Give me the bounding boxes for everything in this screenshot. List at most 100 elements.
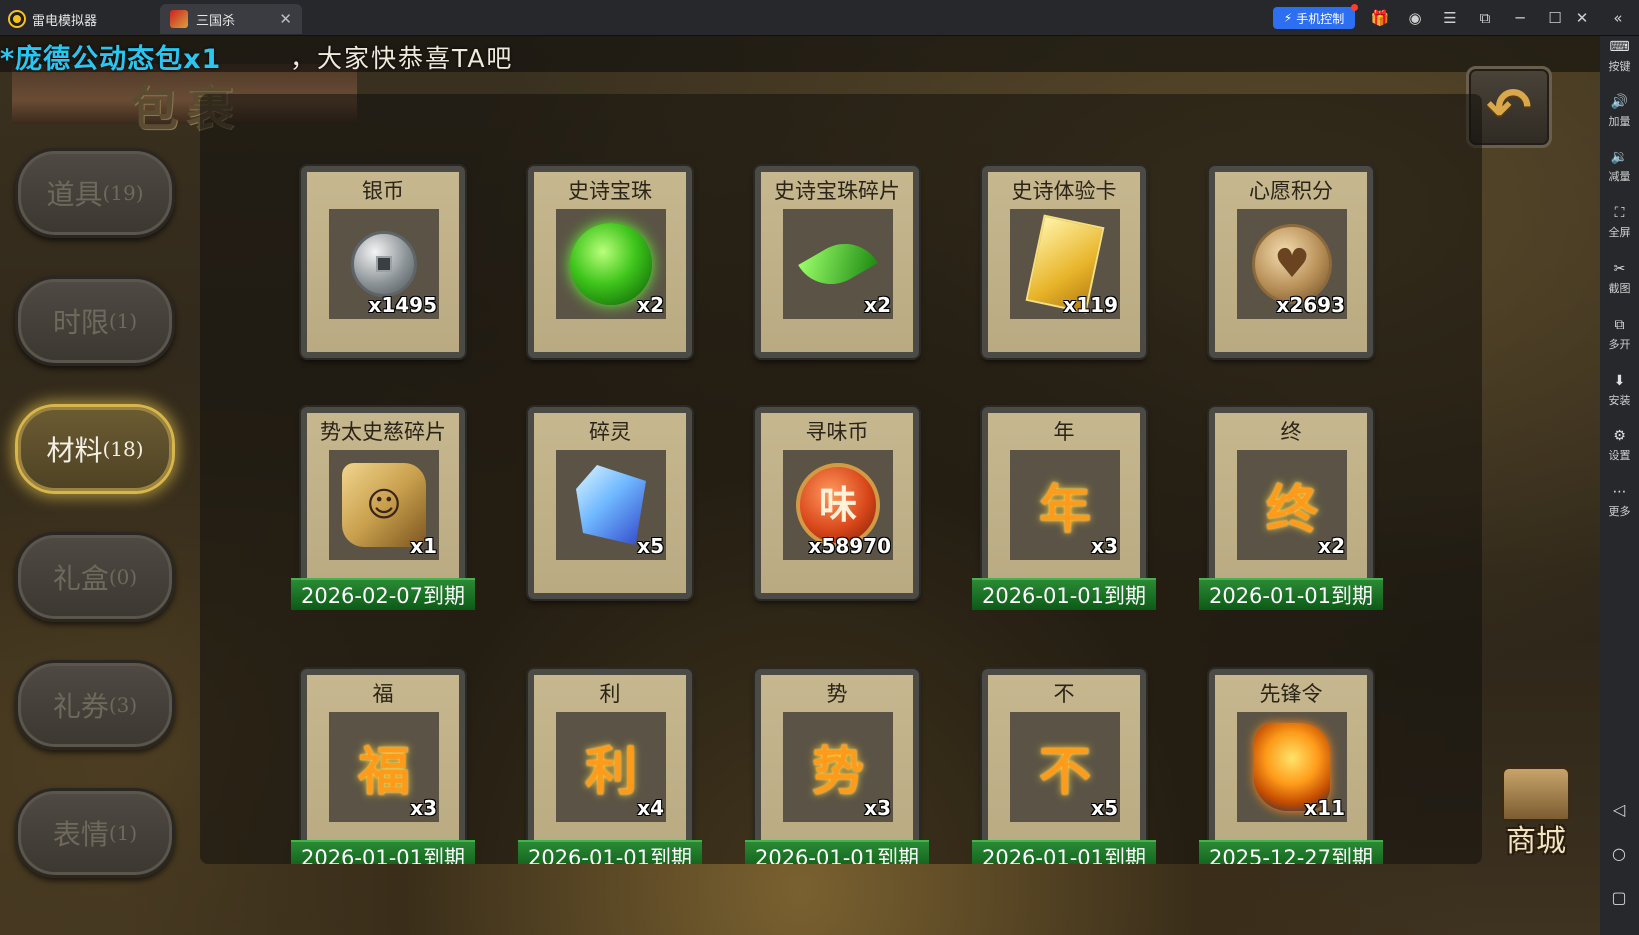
- item-card[interactable]: 不 不 x5 2026-01-01到期: [972, 669, 1156, 864]
- volume-down-icon: 🔉: [1610, 149, 1629, 165]
- glyph-zhong-icon: 终: [1265, 479, 1319, 541]
- item-card[interactable]: 银币 x1495: [301, 166, 465, 358]
- heart-coin-icon: ♥: [1252, 224, 1332, 304]
- category-label: 礼盒: [52, 562, 109, 595]
- expiry-banner: 2026-01-01到期: [291, 840, 475, 864]
- sidebar-tool-multi-instance[interactable]: ⧉ 多开: [1600, 314, 1639, 366]
- sidebar-tool-settings[interactable]: ⚙ 设置: [1600, 425, 1639, 477]
- item-quantity: x119: [1063, 293, 1118, 317]
- item-card[interactable]: 利 利 x4 2026-01-01到期: [518, 669, 702, 864]
- category-tab-giftboxes[interactable]: 礼盒 (0): [15, 532, 175, 622]
- item-name: 史诗体验卡: [1011, 179, 1117, 203]
- expiry-banner: 2026-01-01到期: [1199, 578, 1383, 610]
- android-back-icon[interactable]: ◁: [1608, 798, 1630, 820]
- tab-emulator-home[interactable]: 雷电模拟器: [10, 4, 158, 34]
- category-tab-items[interactable]: 道具 (19): [15, 148, 175, 238]
- close-tab-icon[interactable]: ✕: [279, 10, 292, 28]
- category-tab-materials[interactable]: 材料 (18): [15, 404, 175, 494]
- inventory-panel: 银币 x1495 史诗宝珠 x2 史诗宝珠碎片 x2 史诗体验卡 x119 心愿…: [200, 94, 1482, 864]
- item-card[interactable]: 福 福 x3 2026-01-01到期: [291, 669, 475, 864]
- volume-up-icon: 🔊: [1610, 94, 1629, 110]
- item-card[interactable]: 史诗体验卡 x119: [982, 166, 1146, 358]
- fullscreen-icon: ⛶: [1614, 205, 1625, 221]
- minimize-icon[interactable]: ─: [1508, 6, 1532, 30]
- apk-install-icon: ⬇: [1613, 373, 1626, 389]
- tab-emulator-home-label: 雷电模拟器: [32, 13, 98, 29]
- item-slot: x5: [556, 450, 666, 560]
- sidebar-tool-volume-down[interactable]: 🔉 减量: [1600, 146, 1639, 198]
- emulator-titlebar: 雷电模拟器 三国杀 ✕ ⚡ 手机控制 🎁 ◉ ☰ ⧉ ─ ☐ ✕ «: [0, 0, 1639, 36]
- silver-coin-icon: [351, 231, 417, 297]
- item-slot: x119: [1010, 209, 1120, 319]
- sidebar-tool-install[interactable]: ⬇ 安装: [1600, 370, 1639, 422]
- item-quantity: x58970: [808, 534, 891, 558]
- item-quantity: x3: [864, 796, 891, 820]
- item-name: 史诗宝珠碎片: [774, 179, 900, 203]
- item-name: 势太史慈碎片: [320, 420, 446, 444]
- tool-label: 多开: [1608, 338, 1631, 351]
- collapse-sidebar-icon[interactable]: «: [1606, 6, 1630, 30]
- expiry-banner: 2026-01-01到期: [972, 840, 1156, 864]
- item-quantity: x3: [1091, 534, 1118, 558]
- item-quantity: x2: [864, 293, 891, 317]
- item-card[interactable]: 心愿积分 ♥ x2693: [1209, 166, 1373, 358]
- shop-button[interactable]: 商城: [1490, 766, 1582, 866]
- glyph-fu-icon: 福: [357, 741, 411, 803]
- item-card[interactable]: 年 年 x3 2026-01-01到期: [972, 407, 1156, 610]
- item-quantity: x5: [1091, 796, 1118, 820]
- game-viewport: 包裹 *庞德公动态包x1 ，大家快恭喜TA吧 ↶ 道具 (19) 时限 (1) 材料…: [0, 36, 1600, 935]
- menu-icon[interactable]: ☰: [1438, 6, 1462, 30]
- item-card[interactable]: 势 势 x3 2026-01-01到期: [745, 669, 929, 864]
- sidebar-tool-keymap[interactable]: ⌨ 按键: [1600, 36, 1639, 88]
- item-card[interactable]: 史诗宝珠碎片 x2: [755, 166, 919, 358]
- item-card[interactable]: 史诗宝珠 x2: [528, 166, 692, 358]
- gift-icon[interactable]: 🎁: [1368, 6, 1392, 30]
- item-card[interactable]: 终 终 x2 2026-01-01到期: [1199, 407, 1383, 610]
- account-icon[interactable]: ◉: [1403, 6, 1427, 30]
- item-quantity: x4: [637, 796, 664, 820]
- sidebar-tool-volume-up[interactable]: 🔊 加量: [1600, 91, 1639, 143]
- item-card[interactable]: 碎灵 x5: [528, 407, 692, 599]
- ticker-text: ，大家快恭喜TA吧: [290, 44, 514, 73]
- announcement-ticker: *庞德公动态包x1 ，大家快恭喜TA吧: [0, 36, 1600, 75]
- tool-label: 按键: [1608, 60, 1631, 73]
- category-label: 道具: [46, 178, 103, 211]
- glyph-bu-icon: 不: [1038, 741, 1092, 803]
- category-count: (1): [108, 821, 138, 845]
- item-quantity: x1495: [368, 293, 437, 317]
- category-tab-emotes[interactable]: 表情 (1): [15, 788, 175, 878]
- sidebar-tool-screenshot[interactable]: ✂ 截图: [1600, 258, 1639, 310]
- sidebar-tool-fullscreen[interactable]: ⛶ 全屏: [1600, 202, 1639, 254]
- category-label: 礼券: [52, 690, 109, 723]
- item-card[interactable]: 先锋令 x11 2025-12-27到期: [1199, 669, 1383, 864]
- item-slot: ♥ x2693: [1237, 209, 1347, 319]
- restore-window-icon[interactable]: ⧉: [1473, 6, 1497, 30]
- expiry-banner: 2025-12-27到期: [1199, 840, 1383, 864]
- glyph-nian-icon: 年: [1038, 479, 1092, 541]
- sidebar-tool-more[interactable]: ⋯ 更多: [1600, 481, 1639, 533]
- expiry-banner: 2026-02-07到期: [291, 578, 475, 610]
- more-icon: ⋯: [1612, 484, 1627, 500]
- tab-game[interactable]: 三国杀 ✕: [160, 4, 302, 34]
- item-card[interactable]: 势太史慈碎片 ☺ x1 2026-02-07到期: [291, 407, 475, 610]
- gear-icon: ⚙: [1613, 428, 1626, 444]
- close-window-icon[interactable]: ✕: [1570, 6, 1594, 30]
- item-name: 心愿积分: [1249, 179, 1333, 203]
- item-slot: 味 x58970: [783, 450, 893, 560]
- category-tab-coupons[interactable]: 礼券 (3): [15, 660, 175, 750]
- maximize-icon[interactable]: ☐: [1543, 6, 1567, 30]
- category-tab-timed[interactable]: 时限 (1): [15, 276, 175, 366]
- item-quantity: x11: [1304, 796, 1345, 820]
- crystal-icon: [576, 465, 646, 545]
- android-home-icon[interactable]: ○: [1608, 842, 1630, 864]
- item-card[interactable]: 寻味币 味 x58970: [755, 407, 919, 599]
- item-name: 寻味币: [805, 420, 869, 444]
- category-count: (18): [102, 437, 144, 461]
- android-recents-icon[interactable]: ▢: [1608, 886, 1630, 908]
- phone-control-button[interactable]: ⚡ 手机控制: [1273, 4, 1358, 29]
- tool-label: 全屏: [1608, 226, 1631, 239]
- notification-dot: [1351, 4, 1358, 11]
- item-slot: 势 x3: [783, 712, 893, 822]
- glyph-li-icon: 利: [584, 741, 638, 803]
- lightning-icon: ⚡: [1283, 11, 1293, 25]
